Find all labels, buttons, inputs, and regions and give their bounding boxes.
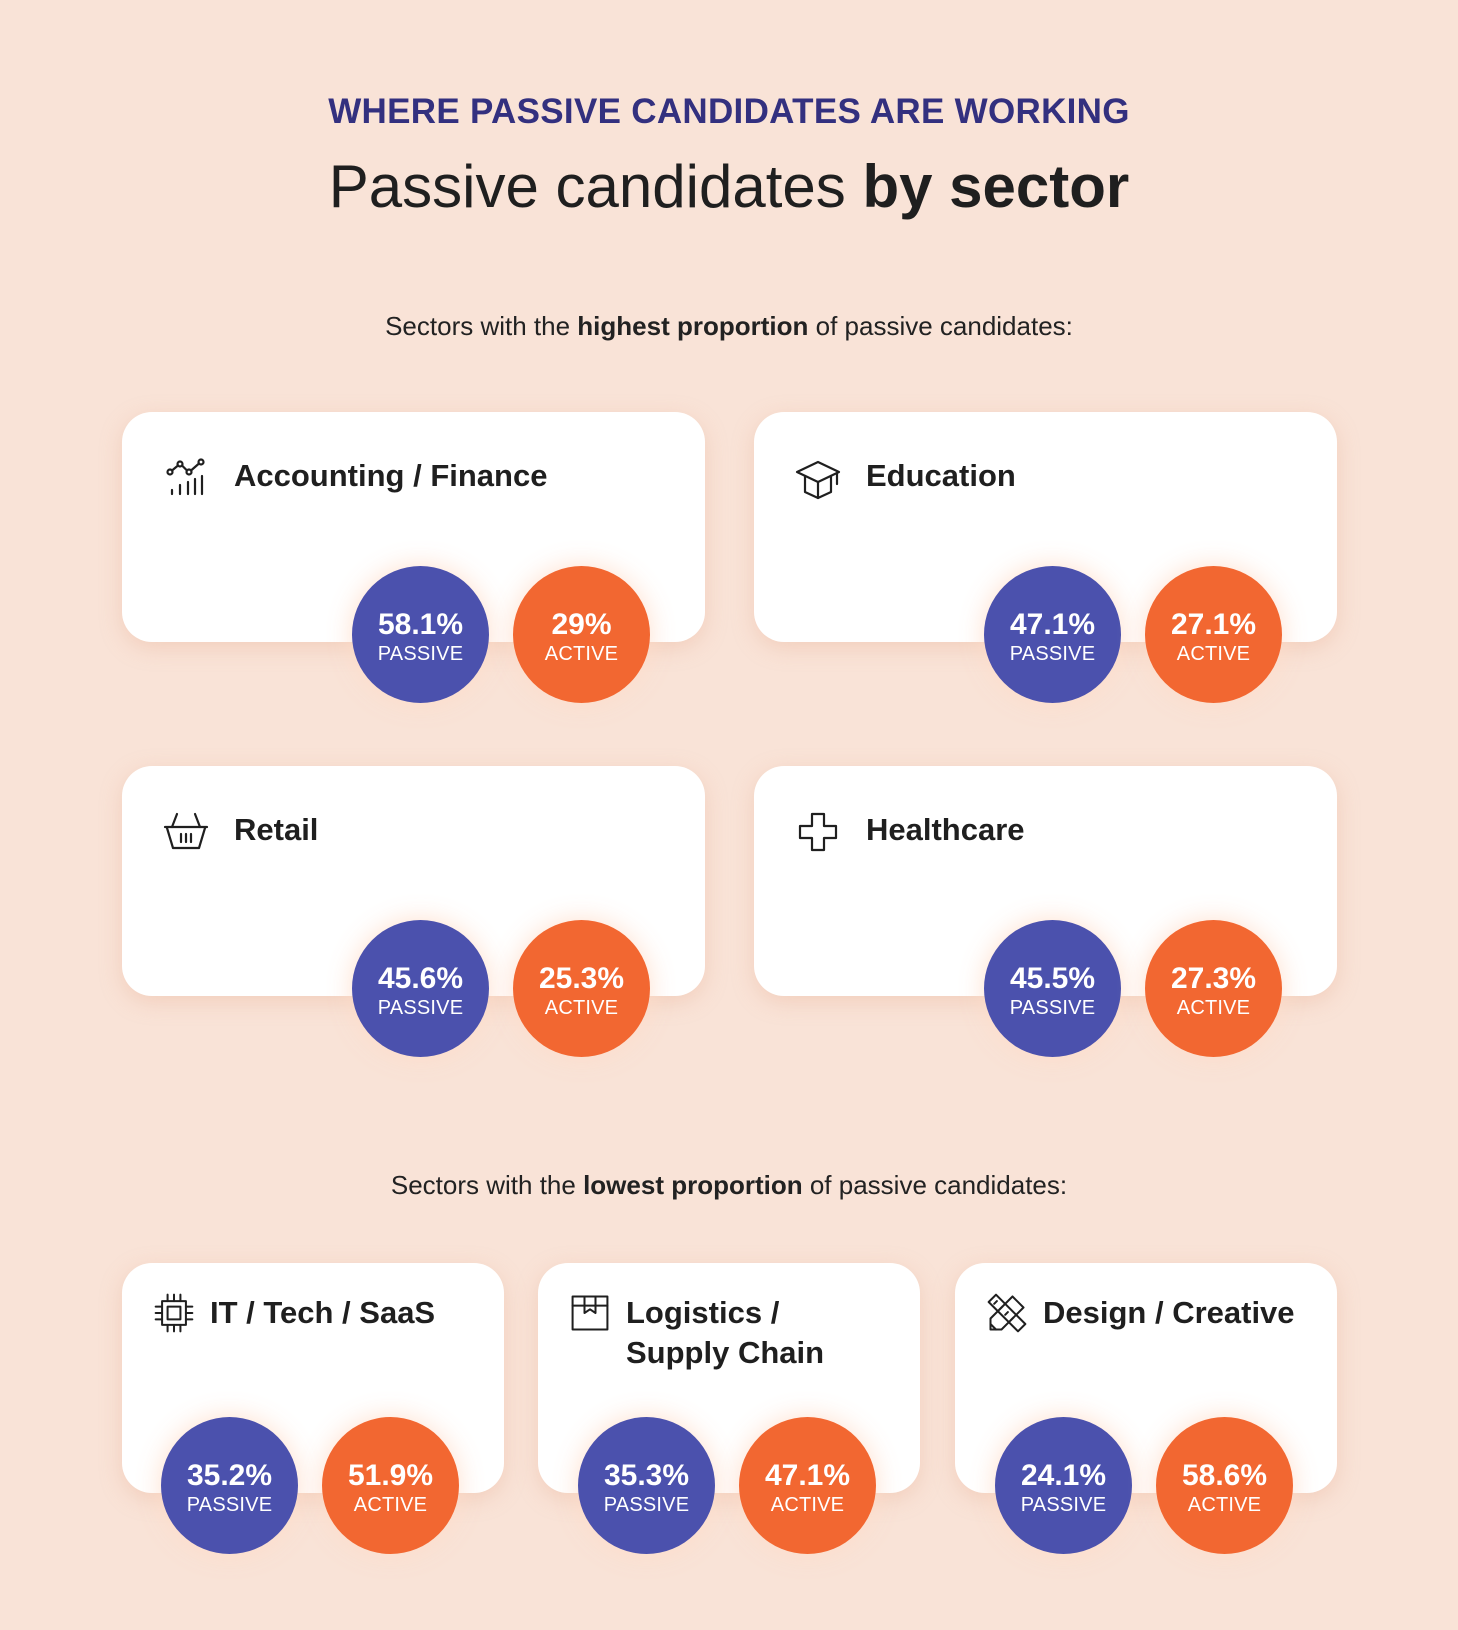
highest-intro-bold: highest proportion bbox=[577, 311, 809, 341]
highest-intro: Sectors with the highest proportion of p… bbox=[0, 311, 1458, 342]
basket-icon bbox=[162, 808, 210, 856]
highest-intro-post: of passive candidates: bbox=[808, 311, 1073, 341]
active-bubble: 58.6% ACTIVE bbox=[1156, 1417, 1293, 1554]
passive-label: PASSIVE bbox=[377, 996, 464, 1019]
active-label: ACTIVE bbox=[770, 1493, 845, 1516]
lowest-intro-pre: Sectors with the bbox=[390, 1170, 584, 1200]
passive-value: 45.5% bbox=[1009, 961, 1096, 995]
sector-name-line1: Logistics / bbox=[626, 1295, 780, 1330]
active-value: 29% bbox=[551, 607, 612, 641]
page-title: Passive candidates by sector bbox=[0, 152, 1458, 221]
chip-icon bbox=[152, 1291, 196, 1335]
active-value: 47.1% bbox=[764, 1458, 851, 1492]
sector-name: Design / Creative bbox=[1043, 1295, 1295, 1330]
graduation-cap-icon bbox=[794, 454, 842, 502]
passive-bubble: 58.1% PASSIVE bbox=[352, 566, 489, 703]
passive-value: 35.2% bbox=[186, 1458, 273, 1492]
passive-bubble: 35.3% PASSIVE bbox=[578, 1417, 715, 1554]
passive-label: PASSIVE bbox=[377, 642, 464, 665]
highest-intro-pre: Sectors with the bbox=[385, 311, 578, 341]
active-bubble: 29% ACTIVE bbox=[513, 566, 650, 703]
sector-name: Accounting / Finance bbox=[234, 458, 548, 493]
sector-name: Healthcare bbox=[866, 812, 1025, 847]
title-bold: by sector bbox=[862, 153, 1130, 220]
sector-name: Logistics / Supply Chain bbox=[626, 1293, 824, 1373]
passive-value: 24.1% bbox=[1020, 1458, 1107, 1492]
stat-bubbles: 35.2% PASSIVE 51.9% ACTIVE bbox=[161, 1417, 459, 1554]
sector-name: Education bbox=[866, 458, 1016, 493]
passive-value: 45.6% bbox=[377, 961, 464, 995]
passive-label: PASSIVE bbox=[1009, 996, 1096, 1019]
package-icon bbox=[568, 1291, 612, 1335]
passive-bubble: 45.5% PASSIVE bbox=[984, 920, 1121, 1057]
active-value: 51.9% bbox=[347, 1458, 434, 1492]
sector-name: Retail bbox=[234, 812, 319, 847]
active-bubble: 51.9% ACTIVE bbox=[322, 1417, 459, 1554]
pencil-ruler-icon bbox=[985, 1291, 1029, 1335]
medical-cross-icon bbox=[794, 808, 842, 856]
sector-name: IT / Tech / SaaS bbox=[210, 1295, 436, 1330]
active-value: 58.6% bbox=[1181, 1458, 1268, 1492]
passive-value: 47.1% bbox=[1009, 607, 1096, 641]
passive-bubble: 47.1% PASSIVE bbox=[984, 566, 1121, 703]
active-label: ACTIVE bbox=[353, 1493, 428, 1516]
stat-bubbles: 35.3% PASSIVE 47.1% ACTIVE bbox=[578, 1417, 876, 1554]
passive-value: 58.1% bbox=[377, 607, 464, 641]
passive-bubble: 35.2% PASSIVE bbox=[161, 1417, 298, 1554]
passive-label: PASSIVE bbox=[1009, 642, 1096, 665]
lowest-intro-post: of passive candidates: bbox=[802, 1170, 1068, 1200]
stat-bubbles: 24.1% PASSIVE 58.6% ACTIVE bbox=[995, 1417, 1293, 1554]
active-bubble: 47.1% ACTIVE bbox=[739, 1417, 876, 1554]
passive-label: PASSIVE bbox=[1020, 1493, 1107, 1516]
active-bubble: 27.3% ACTIVE bbox=[1145, 920, 1282, 1057]
active-label: ACTIVE bbox=[544, 996, 619, 1019]
active-label: ACTIVE bbox=[1176, 996, 1251, 1019]
stat-bubbles: 45.5% PASSIVE 27.3% ACTIVE bbox=[984, 920, 1282, 1057]
passive-bubble: 24.1% PASSIVE bbox=[995, 1417, 1132, 1554]
active-label: ACTIVE bbox=[544, 642, 619, 665]
passive-label: PASSIVE bbox=[186, 1493, 273, 1516]
passive-label: PASSIVE bbox=[603, 1493, 690, 1516]
sector-name-line2: Supply Chain bbox=[626, 1335, 825, 1370]
active-label: ACTIVE bbox=[1187, 1493, 1262, 1516]
chart-icon bbox=[162, 454, 210, 502]
active-value: 27.3% bbox=[1170, 961, 1257, 995]
active-value: 25.3% bbox=[538, 961, 625, 995]
active-label: ACTIVE bbox=[1176, 642, 1251, 665]
stat-bubbles: 45.6% PASSIVE 25.3% ACTIVE bbox=[352, 920, 650, 1057]
passive-value: 35.3% bbox=[603, 1458, 690, 1492]
title-regular: Passive candidates bbox=[328, 153, 863, 220]
active-bubble: 27.1% ACTIVE bbox=[1145, 566, 1282, 703]
lowest-intro: Sectors with the lowest proportion of pa… bbox=[0, 1170, 1458, 1201]
active-bubble: 25.3% ACTIVE bbox=[513, 920, 650, 1057]
passive-bubble: 45.6% PASSIVE bbox=[352, 920, 489, 1057]
eyebrow-heading: WHERE PASSIVE CANDIDATES ARE WORKING bbox=[328, 92, 1130, 131]
stat-bubbles: 58.1% PASSIVE 29% ACTIVE bbox=[352, 566, 650, 703]
lowest-intro-bold: lowest proportion bbox=[583, 1170, 803, 1200]
active-value: 27.1% bbox=[1170, 607, 1257, 641]
stat-bubbles: 47.1% PASSIVE 27.1% ACTIVE bbox=[984, 566, 1282, 703]
